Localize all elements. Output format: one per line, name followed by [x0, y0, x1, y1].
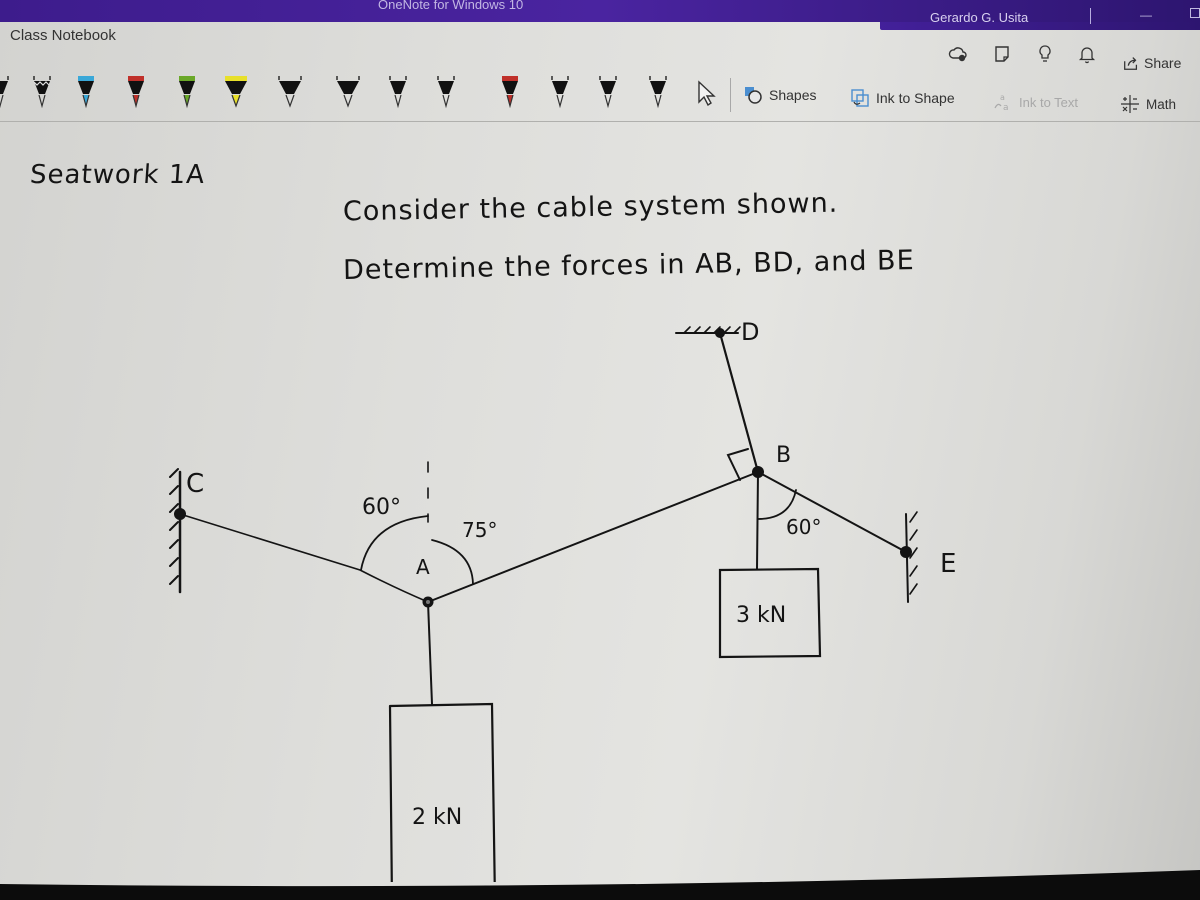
share-icon: [1124, 57, 1138, 70]
ink-to-text-button[interactable]: aa Ink to Text: [993, 92, 1078, 112]
math-button[interactable]: Math: [1120, 94, 1176, 114]
screen-bezel-curve: [0, 870, 1200, 900]
pen-icon: [437, 76, 455, 109]
sync-status-icon[interactable]: [948, 44, 968, 64]
highlighter-yellow-button[interactable]: [224, 74, 248, 110]
pen-icon: [179, 76, 195, 109]
pen-black-fine-1-button[interactable]: [386, 74, 410, 110]
pen-black-fine-4-button[interactable]: [596, 74, 620, 110]
app-title: OneNote for Windows 10: [378, 0, 524, 12]
share-label: Share: [1144, 55, 1182, 71]
joint-a-center: [426, 600, 430, 604]
pen-cyan-button[interactable]: [74, 74, 98, 110]
svg-text:a: a: [1000, 93, 1005, 102]
label-c: C: [186, 469, 204, 499]
angle-arc-75-at-a: [431, 539, 474, 585]
notebook-name[interactable]: Class Notebook: [10, 27, 116, 44]
pen-icon: [599, 76, 617, 109]
wall-c-hatching: [169, 468, 179, 585]
pen-icon: [336, 76, 360, 108]
cable-be: [757, 471, 907, 553]
load-label-3kn: 3 kN: [736, 603, 786, 628]
note-page-canvas[interactable]: Seatwork 1A Consider the cable system sh…: [0, 122, 1200, 882]
ink-to-shape-icon: [851, 89, 869, 107]
pen-icon: [278, 76, 302, 108]
cursor-pointer-icon: [698, 80, 716, 107]
pen-red-button[interactable]: [124, 74, 148, 110]
load-box-2kn: [388, 702, 496, 882]
title-bar: OneNote for Windows 10 Gerardo G. Usita …: [0, 0, 1200, 25]
pen-icon: [502, 76, 518, 109]
pen-black-fine-3-button[interactable]: [548, 74, 572, 110]
draw-ribbon: Class Notebook Share Shapes Ink to Shape…: [0, 22, 1200, 122]
ink-to-shape-button[interactable]: Ink to Shape: [850, 88, 955, 108]
wall-e: [905, 513, 909, 603]
joint-b: [752, 466, 764, 478]
onenote-window: OneNote for Windows 10 Gerardo G. Usita …: [0, 0, 1200, 900]
share-button[interactable]: Share: [1122, 54, 1181, 72]
joint-d: [715, 328, 725, 338]
pen-black-chisel-1-button[interactable]: [278, 74, 302, 110]
ink-to-text-label: Ink to Text: [1019, 94, 1079, 110]
minimize-button[interactable]: —: [1140, 8, 1152, 22]
pen-black-partial-button[interactable]: [0, 74, 12, 110]
math-label: Math: [1146, 96, 1177, 112]
pen-black-fine-5-button[interactable]: [646, 74, 670, 110]
maximize-button[interactable]: [1190, 8, 1200, 18]
pen-icon: [389, 76, 407, 109]
notifications-bell-icon[interactable]: [1077, 44, 1097, 64]
joint-e: [900, 546, 912, 558]
load-label-2kn: 2 kN: [412, 805, 462, 830]
pen-icon: [551, 76, 569, 109]
angle-label-60-b: 60°: [786, 515, 821, 539]
rope-b-load: [756, 471, 759, 570]
pen-black-fine-2-button[interactable]: [434, 74, 458, 110]
cable-system-diagram: C A B D E 60° 75° 60° 2 kN 3 kN: [169, 318, 956, 882]
pen-black-wavy-button[interactable]: [30, 74, 54, 110]
pen-red-fine-button[interactable]: [498, 74, 522, 110]
ribbon-separator: [730, 78, 731, 112]
shapes-icon: [745, 87, 762, 104]
pen-icon: [225, 76, 247, 108]
pen-icon: [0, 76, 9, 109]
rope-a-load: [427, 601, 433, 705]
pen-icon: [128, 76, 144, 109]
ink-to-shape-label: Ink to Shape: [876, 90, 955, 106]
pen-icon: [33, 76, 51, 109]
sticky-notes-icon[interactable]: [992, 44, 1012, 64]
label-a: A: [416, 555, 430, 579]
shapes-label: Shapes: [769, 87, 817, 103]
label-b: B: [776, 443, 791, 468]
pen-black-chisel-2-button[interactable]: [336, 74, 360, 110]
lasso-select-tool[interactable]: [695, 80, 719, 108]
svg-text:a: a: [1003, 103, 1009, 112]
angle-label-60-a: 60°: [362, 495, 401, 520]
label-e: E: [940, 549, 956, 579]
pen-green-button[interactable]: [175, 74, 199, 110]
shapes-button[interactable]: Shapes: [743, 85, 816, 105]
label-d: D: [741, 318, 759, 346]
math-icon: [1121, 95, 1139, 113]
joint-c: [174, 508, 186, 520]
pen-icon: [649, 76, 667, 109]
right-angle-marker: [726, 448, 749, 481]
lightbulb-icon[interactable]: [1035, 44, 1055, 64]
angle-label-75-a: 75°: [462, 518, 497, 542]
ink-to-text-icon: aa: [994, 93, 1009, 112]
pen-icon: [78, 76, 94, 109]
